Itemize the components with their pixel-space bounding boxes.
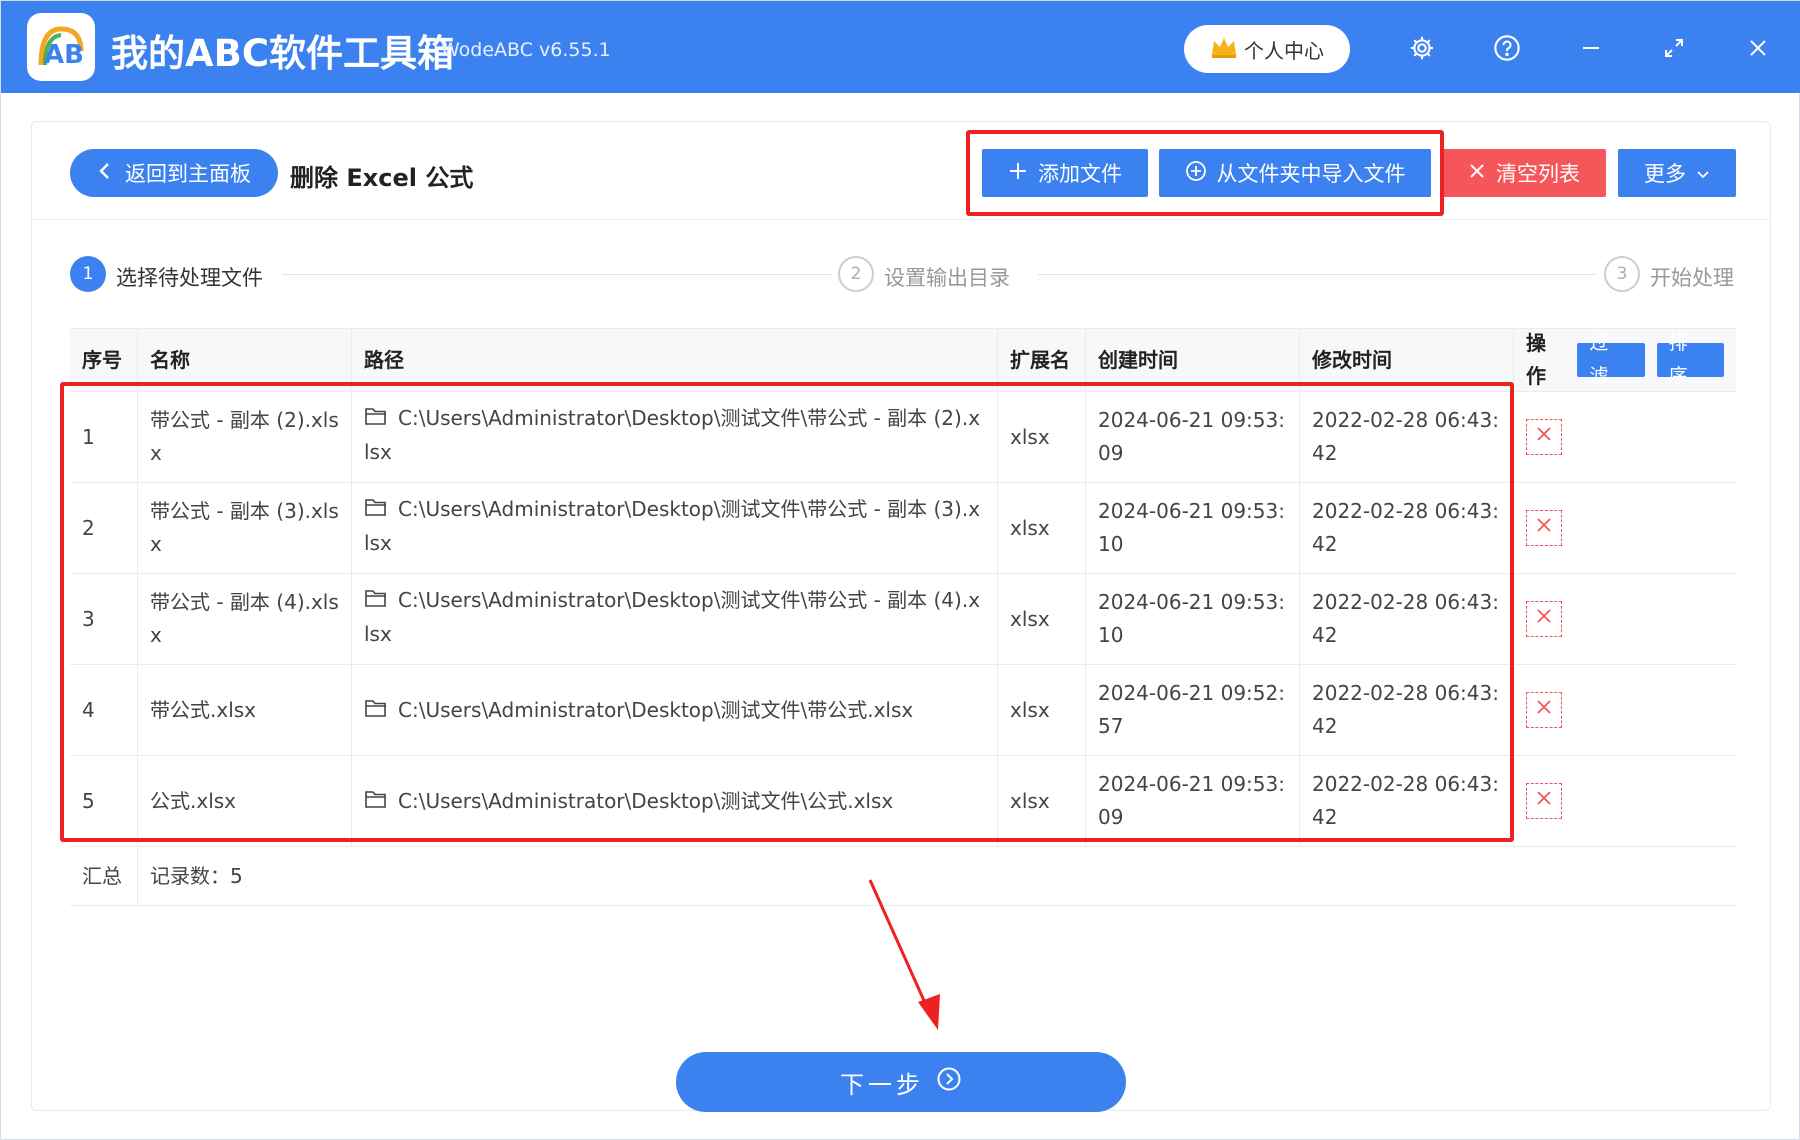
settings-gear-icon[interactable] <box>1405 31 1439 65</box>
back-to-main-button[interactable]: 返回到主面板 <box>70 149 278 197</box>
help-icon[interactable] <box>1490 31 1524 65</box>
delete-row-button[interactable] <box>1526 419 1562 455</box>
next-step-button[interactable]: 下一步 <box>676 1052 1126 1112</box>
delete-x-icon <box>1534 421 1554 454</box>
annotation-arrow-icon <box>868 879 940 1030</box>
clear-list-label: 清空列表 <box>1496 162 1580 186</box>
next-step-label: 下一步 <box>840 1070 924 1099</box>
cell-actions <box>1514 483 1736 573</box>
step-2-number: 2 <box>838 256 874 292</box>
back-label: 返回到主面板 <box>125 162 251 186</box>
maximize-icon[interactable] <box>1657 31 1691 65</box>
delete-row-button[interactable] <box>1526 692 1562 728</box>
step-1-number: 1 <box>70 256 106 292</box>
step-connector <box>1038 274 1596 275</box>
col-header-actions: 操作 过 滤 排 序 <box>1514 329 1736 391</box>
app-window: AB 我的ABC软件工具箱 WodeABC v6.55.1 个人中心 返回到主面… <box>0 0 1800 1140</box>
minimize-icon[interactable] <box>1574 31 1608 65</box>
filter-button[interactable]: 过 滤 <box>1577 332 1645 387</box>
delete-x-icon <box>1534 603 1554 636</box>
title-bar: AB 我的ABC软件工具箱 WodeABC v6.55.1 个人中心 <box>1 1 1800 93</box>
arrow-right-circle-icon <box>936 1066 962 1098</box>
user-center-label: 个人中心 <box>1244 38 1324 63</box>
chevron-down-icon <box>1696 161 1710 185</box>
user-center-button[interactable]: 个人中心 <box>1184 25 1350 73</box>
delete-row-button[interactable] <box>1526 783 1562 819</box>
cell-actions <box>1514 574 1736 664</box>
step-1-label: 选择待处理文件 <box>116 266 263 290</box>
chevron-left-icon <box>97 161 113 186</box>
toolbar: 返回到主面板 删除 Excel 公式 添加文件 从文件夹中导入文件 清空列表 更… <box>32 122 1772 220</box>
annotation-highlight-file-list <box>60 382 1514 842</box>
step-2-label: 设置输出目录 <box>884 266 1010 290</box>
delete-x-icon <box>1534 694 1554 727</box>
svg-text:AB: AB <box>44 40 84 70</box>
actions-header-label: 操作 <box>1526 331 1546 388</box>
delete-x-icon <box>1534 785 1554 818</box>
summary-record-count: 记录数：5 <box>150 864 243 888</box>
crown-icon <box>1210 35 1238 64</box>
step-progress: 1 选择待处理文件 2 设置输出目录 3 开始处理 <box>70 254 1736 294</box>
app-version: WodeABC v6.55.1 <box>441 39 611 61</box>
sort-button[interactable]: 排 序 <box>1656 332 1724 387</box>
page-title: 删除 Excel 公式 <box>290 164 474 192</box>
more-label: 更多 <box>1644 162 1686 186</box>
delete-row-button[interactable] <box>1526 601 1562 637</box>
more-dropdown-button[interactable]: 更多 <box>1618 149 1736 197</box>
cell-actions <box>1514 665 1736 755</box>
x-icon <box>1468 161 1486 185</box>
summary-label: 汇总 <box>70 848 138 905</box>
close-icon[interactable] <box>1741 31 1775 65</box>
delete-row-button[interactable] <box>1526 510 1562 546</box>
cell-actions <box>1514 756 1736 846</box>
delete-x-icon <box>1534 512 1554 545</box>
step-3-number: 3 <box>1604 256 1640 292</box>
app-title: 我的ABC软件工具箱 <box>111 32 454 75</box>
clear-list-button[interactable]: 清空列表 <box>1442 149 1606 197</box>
step-3-label: 开始处理 <box>1650 266 1734 290</box>
step-connector <box>282 274 832 275</box>
app-logo: AB <box>27 13 95 81</box>
cell-actions <box>1514 392 1736 482</box>
main-panel: 返回到主面板 删除 Excel 公式 添加文件 从文件夹中导入文件 清空列表 更… <box>31 121 1772 1112</box>
annotation-highlight-add-buttons <box>966 130 1444 216</box>
